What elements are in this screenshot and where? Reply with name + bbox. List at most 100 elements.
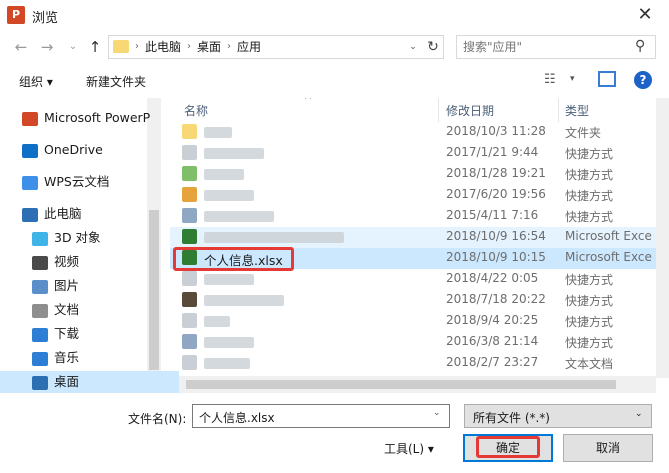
close-button[interactable]: ✕ bbox=[625, 2, 665, 28]
file-type: 快捷方式 bbox=[565, 294, 614, 308]
blurred-file-name bbox=[204, 127, 232, 138]
file-row[interactable]: 2018/10/9 16:54 Microsoft Exce bbox=[170, 227, 656, 248]
sidebar-item-label: 桌面 bbox=[54, 374, 80, 389]
sidebar-item-label: 文档 bbox=[54, 302, 80, 317]
file-row[interactable]: 2017/6/20 19:56 快捷方式 bbox=[170, 185, 656, 206]
search-box: ⚲ bbox=[456, 35, 656, 59]
view-dropdown-icon[interactable]: ▾ bbox=[570, 74, 575, 84]
shortcut-icon bbox=[182, 355, 197, 370]
sidebar-item-label: 下载 bbox=[54, 326, 80, 341]
sidebar-item[interactable]: OneDrive bbox=[22, 139, 103, 161]
column-header-date[interactable]: 修改日期 bbox=[446, 102, 494, 119]
search-input[interactable] bbox=[463, 39, 623, 55]
column-header-name[interactable]: 名称 bbox=[184, 102, 208, 119]
breadcrumb-this-pc[interactable]: 此电脑 bbox=[145, 36, 181, 58]
cloud-icon bbox=[22, 143, 38, 158]
up-button[interactable]: ↑ bbox=[84, 36, 106, 58]
file-row[interactable]: 2018/10/3 11:28 文件夹 bbox=[170, 122, 656, 143]
file-type: 快捷方式 bbox=[565, 147, 614, 161]
file-list: 名称 ^ 修改日期 类型 2018/10/3 11:28 文件夹 2017/1/21… bbox=[170, 98, 656, 393]
shortcut-icon bbox=[182, 166, 197, 181]
address-bar[interactable]: › 此电脑 › 桌面 › 应用 ⌄ ↻ bbox=[108, 35, 444, 59]
tools-button[interactable]: 工具(L) ▾ bbox=[384, 440, 434, 457]
file-row[interactable]: 2018/1/28 19:21 快捷方式 bbox=[170, 164, 656, 185]
sidebar-item-label: WPS云文档 bbox=[44, 174, 110, 189]
blurred-file-name bbox=[204, 211, 274, 222]
back-button[interactable]: ← bbox=[10, 36, 32, 58]
shortcut-icon bbox=[182, 208, 197, 223]
filename-label: 文件名(N): bbox=[128, 412, 187, 426]
blurred-file-name bbox=[204, 295, 284, 306]
filetype-select[interactable]: 所有文件 (*.*) ⌄ bbox=[464, 404, 652, 428]
organize-button[interactable]: 组织 ▾ bbox=[19, 73, 53, 90]
breadcrumb-separator: › bbox=[187, 41, 192, 52]
sidebar-item-label: 3D 对象 bbox=[54, 230, 101, 245]
new-folder-button[interactable]: 新建文件夹 bbox=[86, 73, 146, 90]
music-icon bbox=[32, 351, 48, 366]
shortcut-icon bbox=[182, 292, 197, 307]
refresh-button[interactable]: ↻ bbox=[423, 36, 443, 58]
address-dropdown-button[interactable]: ⌄ bbox=[405, 36, 421, 58]
title-bar bbox=[0, 0, 669, 30]
help-icon[interactable]: ? bbox=[634, 71, 652, 89]
blurred-file-name bbox=[204, 358, 250, 369]
file-type: 快捷方式 bbox=[565, 273, 614, 287]
sidebar-item-label: Microsoft PowerP bbox=[44, 110, 151, 125]
file-row[interactable]: 2017/1/21 9:44 快捷方式 bbox=[170, 143, 656, 164]
nav-scrollbar-thumb[interactable] bbox=[149, 210, 159, 370]
preview-pane-icon[interactable] bbox=[598, 71, 616, 87]
chevron-down-icon[interactable]: ⌄ bbox=[635, 409, 643, 419]
file-date: 2018/10/9 16:54 bbox=[446, 229, 546, 243]
file-type: 快捷方式 bbox=[565, 168, 614, 182]
sidebar-item-label: 视频 bbox=[54, 254, 80, 269]
column-header-row: 名称 ^ 修改日期 类型 bbox=[170, 98, 656, 122]
blurred-file-name bbox=[204, 232, 344, 243]
column-header-type[interactable]: 类型 bbox=[565, 102, 589, 119]
shortcut-icon bbox=[182, 313, 197, 328]
file-date: 2017/1/21 9:44 bbox=[446, 145, 539, 159]
column-divider[interactable] bbox=[558, 98, 559, 122]
cancel-button[interactable]: 取消 bbox=[563, 434, 653, 462]
view-options-icon[interactable]: ☷ bbox=[544, 72, 556, 87]
file-type: Microsoft Exce bbox=[565, 229, 652, 243]
file-type: 文本文档 bbox=[565, 357, 614, 371]
sidebar-item[interactable]: 下载 bbox=[32, 323, 79, 345]
sidebar-item[interactable]: Microsoft PowerP bbox=[22, 107, 150, 129]
sidebar-item[interactable]: 3D 对象 bbox=[32, 227, 101, 249]
window-title: 浏览 bbox=[32, 11, 59, 26]
file-list-scrollbar[interactable] bbox=[656, 98, 669, 378]
breadcrumb: › 此电脑 › 桌面 › 应用 bbox=[135, 36, 261, 58]
file-date: 2018/1/28 19:21 bbox=[446, 166, 546, 180]
sidebar-item-label: OneDrive bbox=[44, 142, 103, 157]
file-date: 2018/4/22 0:05 bbox=[446, 271, 539, 285]
chevron-down-icon[interactable]: ⌄ bbox=[433, 408, 441, 418]
file-row[interactable]: 2018/4/22 0:05 快捷方式 bbox=[170, 269, 656, 290]
sidebar-item[interactable]: WPS云文档 bbox=[22, 171, 109, 193]
column-divider[interactable] bbox=[438, 98, 439, 122]
download-icon bbox=[32, 327, 48, 342]
breadcrumb-separator: › bbox=[227, 41, 232, 52]
recent-locations-button[interactable]: ⌄ bbox=[62, 36, 84, 58]
image-icon bbox=[32, 279, 48, 294]
horizontal-scrollbar-thumb[interactable] bbox=[186, 380, 616, 389]
sidebar-item-label: 音乐 bbox=[54, 350, 80, 365]
file-row[interactable]: 2018/9/4 20:25 快捷方式 bbox=[170, 311, 656, 332]
search-icon[interactable]: ⚲ bbox=[635, 38, 645, 54]
sidebar-item[interactable]: 文档 bbox=[32, 299, 79, 321]
sidebar-item-label: 图片 bbox=[54, 278, 80, 293]
breadcrumb-desktop[interactable]: 桌面 bbox=[197, 36, 221, 58]
file-row[interactable]: 2018/2/7 23:27 文本文档 bbox=[170, 353, 656, 374]
sidebar-item[interactable]: 此电脑 bbox=[22, 203, 82, 225]
forward-button[interactable]: → bbox=[36, 36, 58, 58]
breadcrumb-apps[interactable]: 应用 bbox=[237, 36, 261, 58]
sidebar-item[interactable]: 图片 bbox=[32, 275, 79, 297]
sidebar-item[interactable]: 视频 bbox=[32, 251, 79, 273]
file-row[interactable]: 2015/4/11 7:16 快捷方式 bbox=[170, 206, 656, 227]
filename-value: 个人信息.xlsx bbox=[199, 411, 275, 425]
sidebar-item[interactable]: 音乐 bbox=[32, 347, 79, 369]
blurred-file-name bbox=[204, 190, 254, 201]
filename-input[interactable]: 个人信息.xlsx ⌄ bbox=[192, 404, 450, 428]
file-row[interactable]: 2016/3/8 21:14 快捷方式 bbox=[170, 332, 656, 353]
sidebar-item[interactable]: 桌面 bbox=[0, 371, 179, 393]
file-row[interactable]: 2018/7/18 20:22 快捷方式 bbox=[170, 290, 656, 311]
